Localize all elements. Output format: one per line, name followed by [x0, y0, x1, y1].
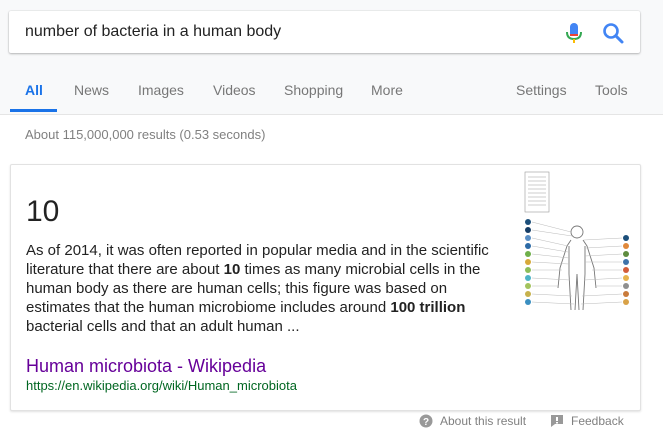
feedback-link[interactable]: Feedback [550, 414, 624, 428]
snippet-text-3: bacterial cells and that an adult human … [26, 318, 300, 335]
result-url[interactable]: https://en.wikipedia.org/wiki/Human_micr… [26, 378, 297, 393]
microphone-icon[interactable] [563, 21, 585, 45]
tab-all[interactable]: All [25, 82, 43, 98]
snippet-bold-1: 10 [223, 261, 241, 278]
search-box[interactable]: number of bacteria in a human body [9, 11, 640, 53]
tab-images[interactable]: Images [138, 82, 184, 98]
human-microbiota-diagram[interactable] [522, 170, 632, 318]
tab-tools[interactable]: Tools [595, 82, 628, 98]
search-header: number of bacteria in a human body All N… [0, 0, 663, 115]
feedback-label: Feedback [571, 414, 624, 428]
tab-news[interactable]: News [74, 82, 109, 98]
magnifier-icon[interactable] [601, 21, 625, 45]
tab-settings[interactable]: Settings [516, 82, 567, 98]
tab-shopping[interactable]: Shopping [284, 82, 343, 98]
featured-snippet-card: 10 As of 2014, it was often reported in … [10, 164, 641, 411]
about-result-link[interactable]: ? About this result [419, 414, 526, 428]
active-tab-indicator [10, 109, 57, 112]
svg-text:?: ? [423, 417, 429, 428]
tab-more[interactable]: More [371, 82, 403, 98]
feedback-icon [551, 415, 563, 427]
tab-videos[interactable]: Videos [213, 82, 256, 98]
about-result-label: About this result [440, 414, 527, 428]
featured-answer: 10 [26, 195, 60, 228]
snippet-bold-2: 100 trillion [390, 299, 466, 316]
search-input[interactable]: number of bacteria in a human body [25, 23, 281, 41]
featured-snippet-text: As of 2014, it was often reported in pop… [26, 241, 506, 336]
result-stats: About 115,000,000 results (0.53 seconds) [25, 127, 266, 142]
help-icon: ? [419, 414, 433, 428]
result-title-link[interactable]: Human microbiota - Wikipedia [26, 356, 266, 377]
